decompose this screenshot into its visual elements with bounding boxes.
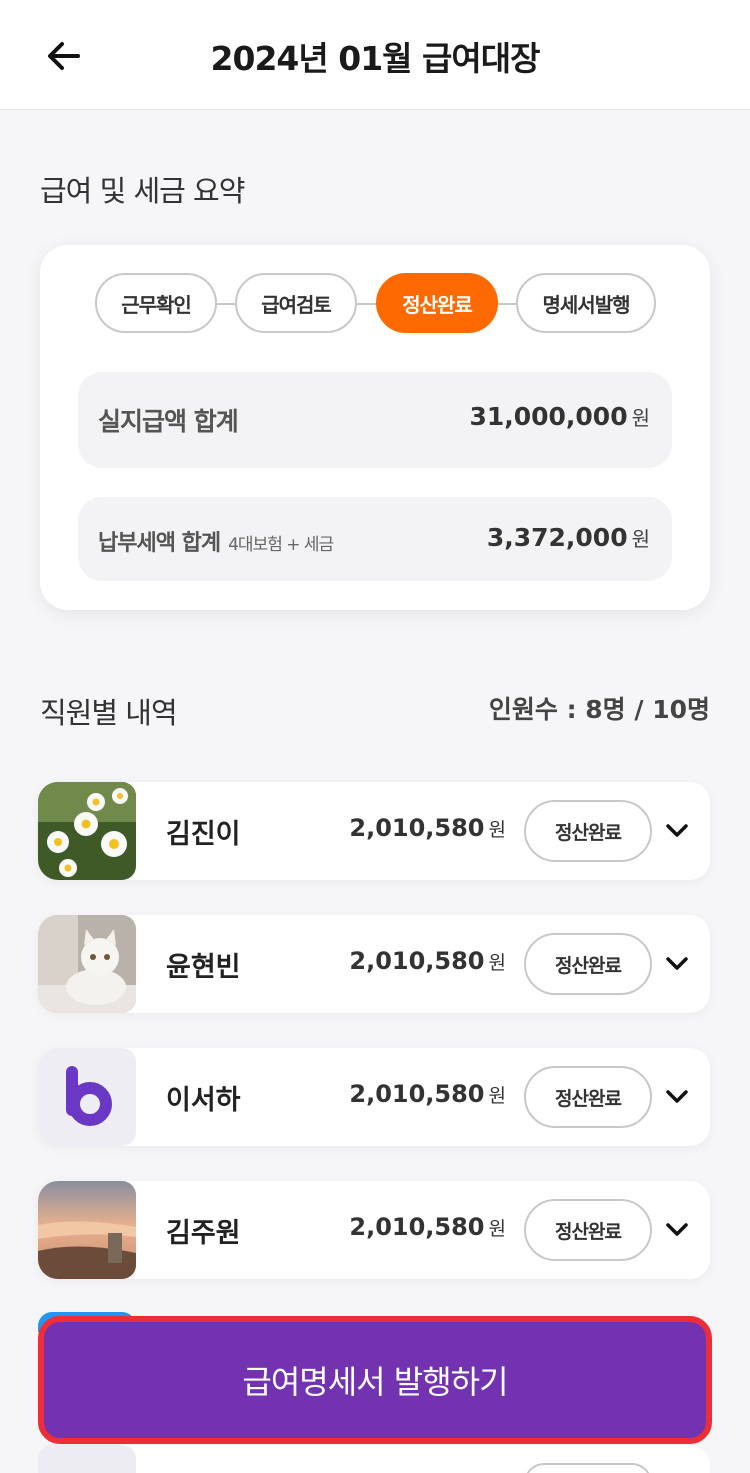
partial-avatar <box>38 1445 136 1473</box>
employee-name: 김주원 <box>166 1218 241 1249</box>
step-statement-issue[interactable]: 명세서발행 <box>516 273 656 333</box>
employee-row[interactable]: 이서하 2,010,580 원 정산완료 <box>38 1048 710 1146</box>
tax-label-text: 납부세액 합계 <box>98 531 221 556</box>
employee-amount: 2,010,580 원 <box>349 1080 506 1108</box>
employee-name: 윤현빈 <box>166 952 241 983</box>
tax-sublabel: 4대보험 + 세금 <box>228 535 334 555</box>
net-pay-amount: 31,000,000 원 <box>469 402 650 431</box>
summary-card: 근무확인 급여검토 정산완료 명세서발행 실지급액 합계 31,000,000 원… <box>40 245 710 610</box>
step-pay-review[interactable]: 급여검토 <box>235 273 357 333</box>
employee-amount: 2,010,580 원 <box>349 947 506 975</box>
employee-amount: 2,010,580 원 <box>349 814 506 842</box>
avatar <box>38 1048 136 1146</box>
net-pay-label: 실지급액 합계 <box>98 407 239 436</box>
status-badge[interactable]: 정산완료 <box>524 800 652 862</box>
chevron-down-icon[interactable] <box>664 1083 690 1109</box>
purple-b-logo-icon <box>38 1048 136 1146</box>
tax-label: 납부세액 합계 4대보험 + 세금 <box>98 525 334 557</box>
net-pay-total-row: 실지급액 합계 31,000,000 원 <box>78 372 672 468</box>
employee-row[interactable]: 김진이 2,010,580 원 정산완료 <box>38 782 710 880</box>
app-header: 2024년 01월 급여대장 <box>0 0 750 110</box>
headcount-text: 인원수 : 8명 / 10명 <box>488 695 710 724</box>
employee-amount-value: 2,010,580 <box>349 1080 485 1108</box>
employee-amount-unit: 원 <box>488 952 506 974</box>
avatar <box>38 1181 136 1279</box>
white-cat-photo-icon <box>38 915 136 1013</box>
tax-amount: 3,372,000 원 <box>487 523 650 552</box>
daisy-flowers-photo-icon <box>38 782 136 880</box>
status-badge[interactable]: 정산완료 <box>524 1199 652 1261</box>
employee-amount: 2,010,580 원 <box>349 1213 506 1241</box>
employee-name: 이서하 <box>166 1085 241 1116</box>
status-badge[interactable]: 정산완료 <box>524 933 652 995</box>
employee-row[interactable]: 윤현빈 2,010,580 원 정산완료 <box>38 915 710 1013</box>
status-badge[interactable]: 정산완료 <box>524 1066 652 1128</box>
employee-amount-unit: 원 <box>488 819 506 841</box>
summary-section-title: 급여 및 세금 요약 <box>40 174 245 208</box>
net-pay-unit: 원 <box>631 406 650 430</box>
partial-status-badge <box>524 1463 652 1473</box>
avatar <box>38 915 136 1013</box>
step-work-confirm[interactable]: 근무확인 <box>95 273 217 333</box>
employee-amount-value: 2,010,580 <box>349 947 485 975</box>
employee-amount-unit: 원 <box>488 1085 506 1107</box>
employee-row[interactable]: 김주원 2,010,580 원 정산완료 <box>38 1181 710 1279</box>
tax-value: 3,372,000 <box>486 523 628 552</box>
page-title: 2024년 01월 급여대장 <box>210 39 541 78</box>
net-pay-value: 31,000,000 <box>469 402 628 431</box>
issue-payslips-button[interactable]: 급여명세서 발행하기 <box>38 1316 712 1444</box>
employee-amount-value: 2,010,580 <box>349 814 485 842</box>
tax-unit: 원 <box>631 527 650 551</box>
employee-name: 김진이 <box>166 819 241 850</box>
sunset-beach-photo-icon <box>38 1181 136 1279</box>
employee-amount-value: 2,010,580 <box>349 1213 485 1241</box>
chevron-down-icon[interactable] <box>664 1216 690 1242</box>
chevron-down-icon[interactable] <box>664 817 690 843</box>
chevron-down-icon[interactable] <box>664 950 690 976</box>
tax-total-row: 납부세액 합계 4대보험 + 세금 3,372,000 원 <box>78 497 672 581</box>
employee-section-title: 직원별 내역 <box>40 696 178 730</box>
partial-employee-row[interactable] <box>38 1445 710 1473</box>
avatar <box>38 782 136 880</box>
step-settlement-done[interactable]: 정산완료 <box>376 273 498 333</box>
employee-amount-unit: 원 <box>488 1218 506 1240</box>
